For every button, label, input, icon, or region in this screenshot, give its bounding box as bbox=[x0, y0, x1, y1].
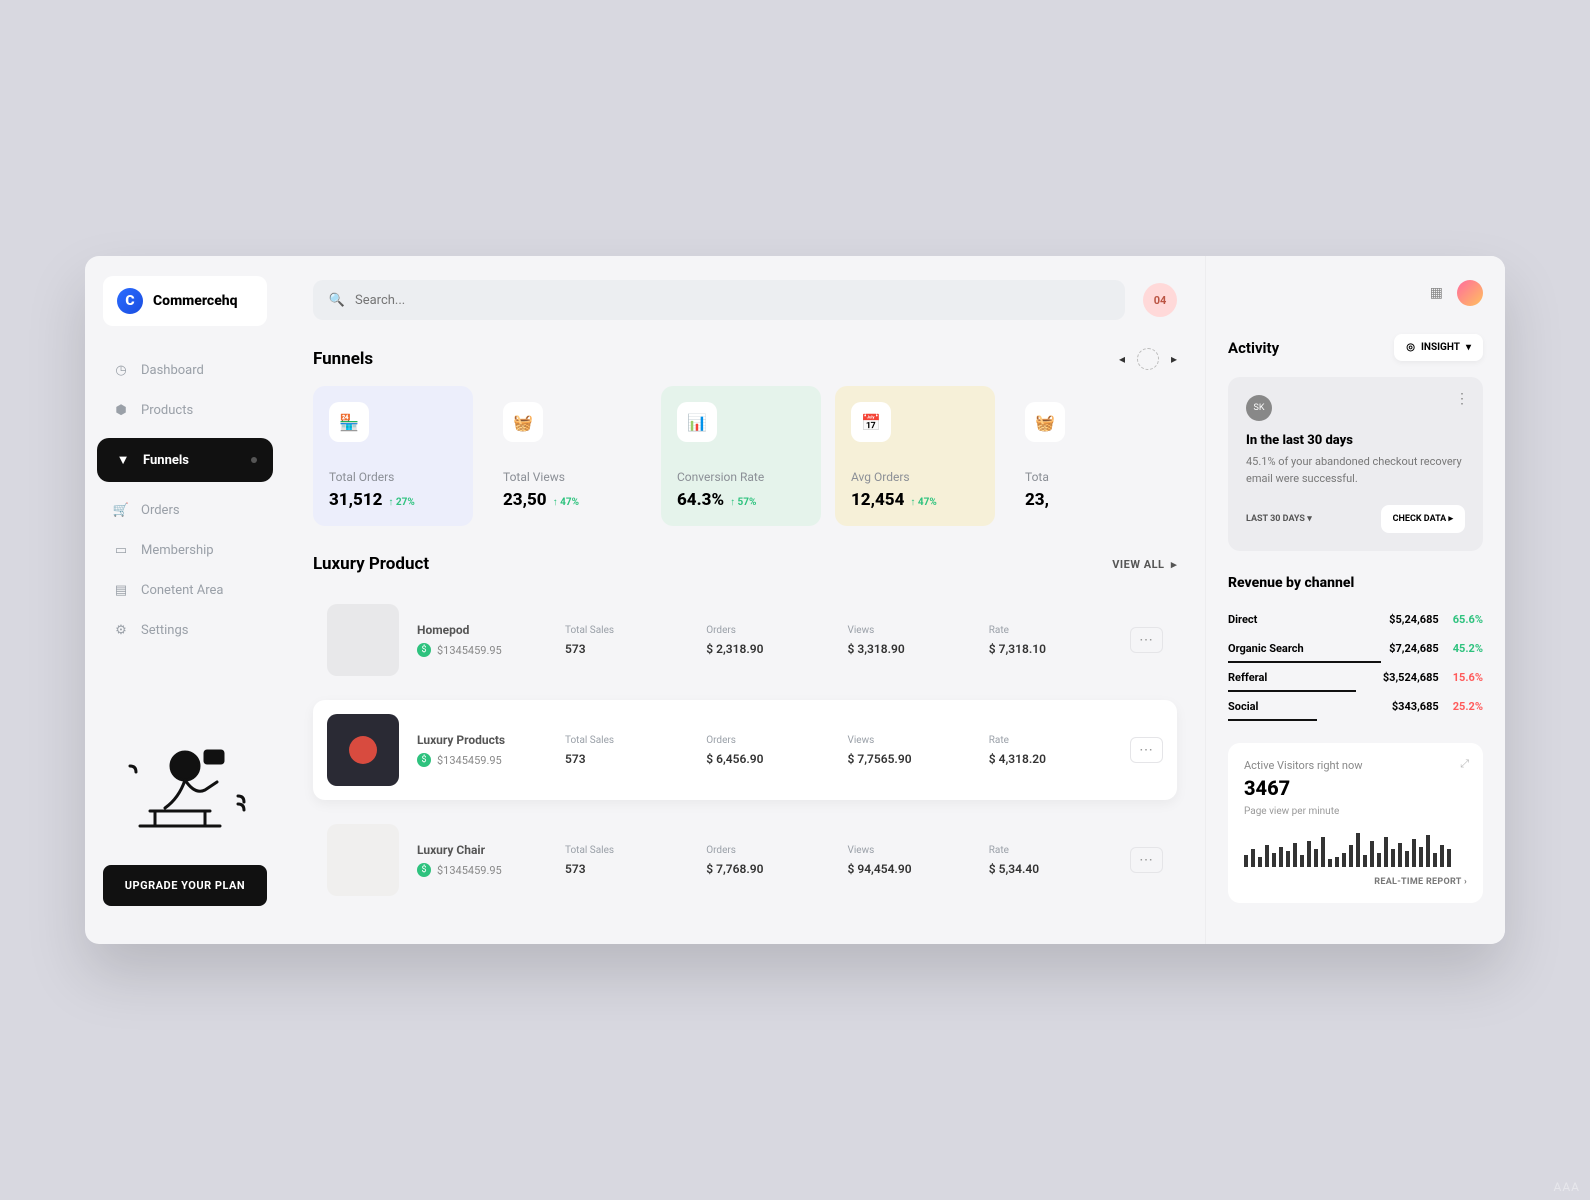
apps-icon[interactable]: ▦ bbox=[1430, 285, 1443, 301]
funnels-title: Funnels bbox=[313, 349, 373, 369]
product-image bbox=[327, 604, 399, 676]
realtime-report-link[interactable]: REAL-TIME REPORT › bbox=[1244, 877, 1467, 887]
funnel-cards: 🏪 Total Orders 31,512↑ 27%🧺 Total Views … bbox=[313, 386, 1177, 526]
membership-icon: ▭ bbox=[113, 542, 129, 558]
activity-menu-icon[interactable]: ⋮ bbox=[1455, 391, 1469, 407]
visitors-label: Active Visitors right now bbox=[1244, 759, 1467, 772]
funnel-card-4[interactable]: 🧺 Tota 23, bbox=[1009, 386, 1169, 526]
main: 🔍 04 Funnels ◂ ▸ 🏪 Total Orders 31,512↑ … bbox=[285, 256, 1205, 944]
product-row[interactable]: Homepod$$1345459.95 Total Sales573 Order… bbox=[313, 590, 1177, 690]
product-row[interactable]: Luxury Products$$1345459.95 Total Sales5… bbox=[313, 700, 1177, 800]
funnel-card-2[interactable]: 📊 Conversion Rate 64.3%↑ 57% bbox=[661, 386, 821, 526]
search-box[interactable]: 🔍 bbox=[313, 280, 1125, 320]
brand-card: C Commercehq bbox=[103, 276, 267, 326]
revenue-row: Direct$5,24,68565.6% bbox=[1228, 605, 1483, 634]
card-icon: 📅 bbox=[851, 402, 891, 442]
sidebar-item-membership[interactable]: ▭Membership bbox=[85, 530, 285, 570]
app-shell: C Commercehq ◷Dashboard⬢Products▼Funnels… bbox=[85, 256, 1505, 944]
funnel-card-0[interactable]: 🏪 Total Orders 31,512↑ 27% bbox=[313, 386, 473, 526]
sidebar-item-funnels[interactable]: ▼Funnels bbox=[97, 438, 273, 482]
sidebar-item-settings[interactable]: ⚙Settings bbox=[85, 610, 285, 650]
funnels-icon: ▼ bbox=[115, 452, 131, 468]
visitors-value: 3467 bbox=[1244, 776, 1467, 800]
revenue-row: Refferal$3,524,68515.6% bbox=[1228, 663, 1483, 692]
product-more-icon[interactable]: ⋯ bbox=[1130, 737, 1163, 763]
card-icon: 🧺 bbox=[1025, 402, 1065, 442]
product-list: Homepod$$1345459.95 Total Sales573 Order… bbox=[313, 590, 1177, 910]
product-more-icon[interactable]: ⋯ bbox=[1130, 627, 1163, 653]
visitors-card: ⤢ Active Visitors right now 3467 Page vi… bbox=[1228, 743, 1483, 903]
revenue-title: Revenue by channel bbox=[1228, 575, 1483, 591]
notification-badge[interactable]: 04 bbox=[1143, 283, 1177, 317]
visitors-sparkline bbox=[1244, 827, 1467, 867]
nav: ◷Dashboard⬢Products ▼Funnels 🛒Orders▭Membe… bbox=[85, 350, 285, 650]
conetent area-icon: ▤ bbox=[113, 582, 129, 598]
card-icon: 📊 bbox=[677, 402, 717, 442]
funnel-card-3[interactable]: 📅 Avg Orders 12,454↑ 47% bbox=[835, 386, 995, 526]
funnels-pager: ◂ ▸ bbox=[1119, 348, 1177, 370]
orders-icon: 🛒 bbox=[113, 502, 129, 518]
revenue-row: Social$343,68525.2% bbox=[1228, 692, 1483, 721]
user-avatar[interactable] bbox=[1457, 280, 1483, 306]
right-panel: ▦ Activity ◎ INSIGHT ▾ ⋮ SK In the last … bbox=[1205, 256, 1505, 944]
check-data-button[interactable]: CHECK DATA ▸ bbox=[1381, 505, 1465, 533]
activity-avatar: SK bbox=[1246, 395, 1272, 421]
view-all-link[interactable]: VIEW ALL ▸ bbox=[1112, 558, 1177, 571]
visitors-sub: Page view per minute bbox=[1244, 806, 1467, 817]
dashboard-icon: ◷ bbox=[113, 362, 129, 378]
products-icon: ⬢ bbox=[113, 402, 129, 418]
insight-button[interactable]: ◎ INSIGHT ▾ bbox=[1394, 334, 1483, 361]
products-title: Luxury Product bbox=[313, 554, 429, 574]
activity-body: 45.1% of your abandoned checkout recover… bbox=[1246, 454, 1465, 487]
sidebar-illustration bbox=[103, 691, 267, 851]
revenue-list: Direct$5,24,68565.6%Organic Search$7,24,… bbox=[1228, 605, 1483, 721]
expand-icon[interactable]: ⤢ bbox=[1460, 757, 1469, 771]
funnel-card-1[interactable]: 🧺 Total Views 23,50↑ 47% bbox=[487, 386, 647, 526]
card-icon: 🏪 bbox=[329, 402, 369, 442]
sidebar: C Commercehq ◷Dashboard⬢Products ▼Funnels… bbox=[85, 256, 285, 944]
topbar: 🔍 04 bbox=[313, 280, 1177, 320]
funnels-header: Funnels ◂ ▸ bbox=[313, 348, 1177, 370]
sidebar-item-conetent-area[interactable]: ▤Conetent Area bbox=[85, 570, 285, 610]
search-icon: 🔍 bbox=[329, 292, 345, 308]
product-row[interactable]: Luxury Chair$$1345459.95 Total Sales573 … bbox=[313, 810, 1177, 910]
activity-card: ⋮ SK In the last 30 days 45.1% of your a… bbox=[1228, 377, 1483, 551]
pager-prev[interactable]: ◂ bbox=[1119, 352, 1125, 366]
products-section: Luxury Product VIEW ALL ▸ Homepod$$13454… bbox=[313, 554, 1177, 910]
pager-next[interactable]: ▸ bbox=[1171, 352, 1177, 366]
revenue-row: Organic Search$7,24,68545.2% bbox=[1228, 634, 1483, 663]
activity-title: Activity bbox=[1228, 339, 1279, 357]
product-image bbox=[327, 824, 399, 896]
sidebar-item-dashboard[interactable]: ◷Dashboard bbox=[85, 350, 285, 390]
pager-indicator bbox=[1137, 348, 1159, 370]
card-icon: 🧺 bbox=[503, 402, 543, 442]
sidebar-item-products[interactable]: ⬢Products bbox=[85, 390, 285, 430]
settings-icon: ⚙ bbox=[113, 622, 129, 638]
activity-headline: In the last 30 days bbox=[1246, 433, 1465, 448]
upgrade-button[interactable]: UPGRADE YOUR PLAN bbox=[103, 865, 267, 906]
brand-name: Commercehq bbox=[153, 293, 238, 309]
search-input[interactable] bbox=[355, 293, 1109, 308]
activity-period[interactable]: LAST 30 DAYS ▾ bbox=[1246, 514, 1312, 524]
watermark: AAA bbox=[1554, 1180, 1580, 1194]
brand-mark: C bbox=[117, 288, 143, 314]
product-more-icon[interactable]: ⋯ bbox=[1130, 847, 1163, 873]
sidebar-item-orders[interactable]: 🛒Orders bbox=[85, 490, 285, 530]
product-image bbox=[327, 714, 399, 786]
